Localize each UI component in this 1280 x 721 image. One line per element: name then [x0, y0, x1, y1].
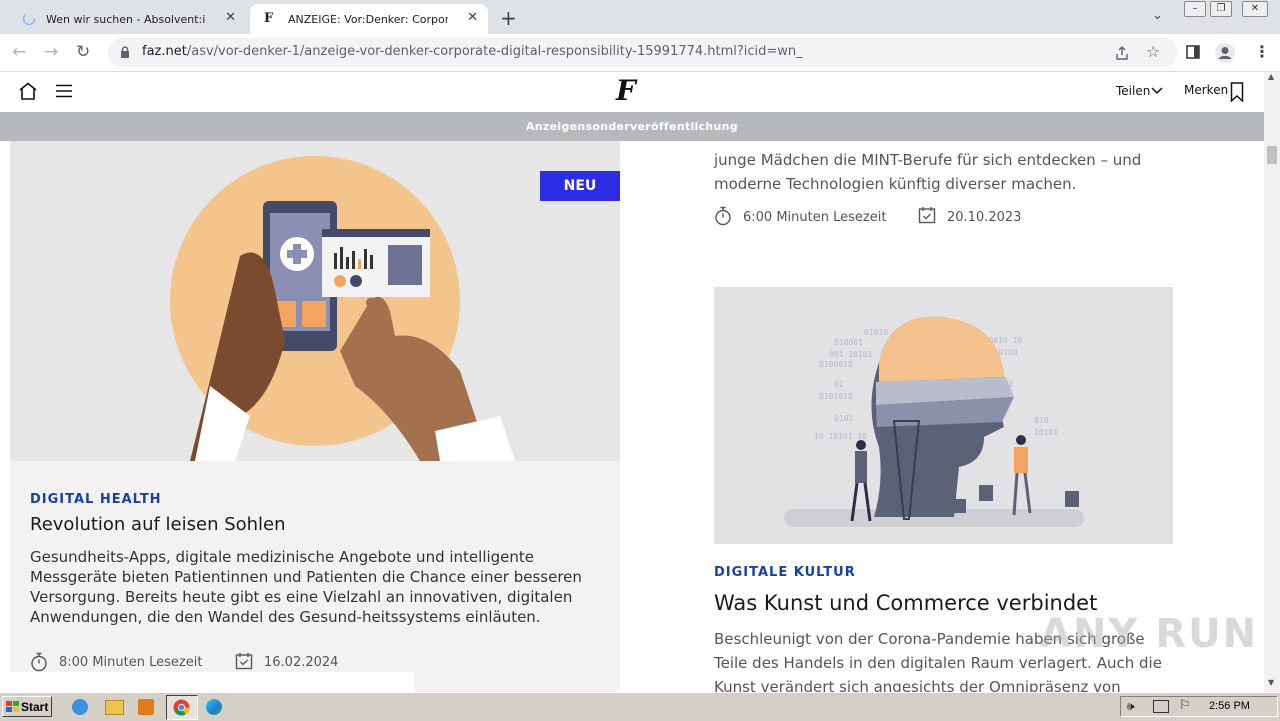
svg-text:0101010: 0101010: [819, 392, 853, 401]
faz-logo[interactable]: F: [616, 74, 636, 107]
tab-search-chevron-icon[interactable]: ⌄: [1152, 8, 1163, 23]
hamburger-menu-icon[interactable]: [55, 84, 73, 98]
share-page-icon[interactable]: [1114, 45, 1130, 61]
main-content: NEU DIGITAL HEALTH Revolution auf leisen…: [0, 141, 1264, 692]
article-headline[interactable]: Revolution auf leisen Sohlen: [30, 514, 286, 535]
chrome-taskbar-button[interactable]: [166, 695, 198, 720]
forward-arrow-icon[interactable]: →: [44, 42, 58, 62]
loading-overlay: [10, 672, 414, 692]
tab-absolventen[interactable]: Wen wir suchen - Absolvent:innen | ✕: [8, 4, 246, 34]
stopwatch-icon: [31, 652, 47, 672]
article-date: 16.02.2024: [264, 655, 339, 670]
browser-tab-strip: Wen wir suchen - Absolvent:innen | ✕ F A…: [0, 0, 1280, 34]
tab-close-icon[interactable]: ✕: [225, 10, 236, 25]
stopwatch-icon: [715, 206, 731, 226]
faz-favicon-icon: F: [264, 11, 274, 26]
svg-text:10 10101 10: 10 10101 10: [814, 432, 867, 441]
url-host: faz.net: [142, 44, 187, 59]
article-teaser[interactable]: Gesundheits-Apps, digitale medizinische …: [30, 547, 610, 627]
minimize-button[interactable]: –: [1184, 1, 1206, 17]
tab-close-icon[interactable]: ✕: [467, 10, 478, 25]
scroll-down-arrow-icon[interactable]: ▼: [1268, 678, 1274, 687]
article-kicker[interactable]: DIGITALE KULTUR: [714, 565, 856, 580]
teaser-line: junge Mädchen die MINT-Berufe für sich e…: [714, 151, 1142, 169]
ad-banner: Anzeigensonderveröffentlichung: [0, 112, 1264, 141]
read-time: 6:00 Minuten Lesezeit: [743, 210, 887, 225]
loading-spinner-icon: [22, 12, 36, 26]
svg-text:0100010: 0100010: [819, 360, 853, 369]
teaser-line: Kunst verändert sich angesichts der Omni…: [714, 678, 1121, 692]
site-header: F Teilen Merken: [0, 72, 1264, 113]
svg-text:01: 01: [834, 380, 844, 389]
share-label[interactable]: Teilen: [1116, 84, 1150, 98]
new-tab-plus-icon[interactable]: +: [500, 6, 517, 30]
read-time: 8:00 Minuten Lesezeit: [59, 655, 203, 670]
teaser-line: Gesundheits-Apps, digitale medizinische …: [30, 548, 535, 566]
start-button[interactable]: Start: [2, 696, 52, 717]
article-date: 20.10.2023: [947, 210, 1022, 225]
teaser-line: moderne Technologien künftig diverser ma…: [714, 175, 1077, 193]
volume-icon[interactable]: 🕪: [1127, 699, 1135, 714]
calendar-check-icon: [918, 207, 936, 224]
svg-text:010: 010: [1034, 416, 1049, 425]
chevron-down-icon[interactable]: [1151, 87, 1163, 95]
calendar-check-icon: [235, 653, 253, 670]
browser-toolbar: ← → ↻ faz.net/asv/vor-denker-1/anzeige-v…: [0, 34, 1280, 72]
teaser-line: Messgeräte bieten Patientinnen und Patie…: [30, 568, 582, 586]
new-badge: NEU: [540, 171, 620, 201]
svg-text:01010: 01010: [864, 328, 888, 337]
edge-icon[interactable]: [206, 699, 222, 715]
system-tray: 🕪 ⚐ 2:56 PM: [1120, 696, 1278, 717]
tab-faz-anzeige[interactable]: F ANZEIGE: Vor:Denker: Corporate Di ✕: [250, 4, 488, 34]
home-icon[interactable]: [18, 82, 38, 100]
address-bar[interactable]: faz.net/asv/vor-denker-1/anzeige-vor-den…: [108, 38, 1178, 67]
article-kicker[interactable]: DIGITAL HEALTH: [30, 492, 162, 507]
url-text[interactable]: faz.net/asv/vor-denker-1/anzeige-vor-den…: [142, 44, 803, 59]
lock-icon[interactable]: [120, 46, 130, 59]
browser-menu-icon[interactable]: ⋮: [1254, 42, 1270, 61]
internet-explorer-icon[interactable]: [72, 699, 88, 715]
scrollbar-thumb[interactable]: [1267, 146, 1277, 164]
profile-avatar-icon[interactable]: [1214, 42, 1236, 64]
teaser-line: Anwendungen, die den Wandel des Gesund-h…: [30, 608, 541, 626]
page-scrollbar[interactable]: ▲ ▼: [1264, 72, 1280, 692]
previous-article-teaser[interactable]: junge Mädchen die MINT-Berufe für sich e…: [714, 141, 1254, 196]
svg-text:001 10101: 001 10101: [829, 350, 873, 359]
network-icon[interactable]: [1153, 700, 1169, 713]
anyrun-watermark: ANY RUN: [1040, 611, 1259, 657]
teaser-line-cut: [714, 141, 1254, 148]
tab-title: Wen wir suchen - Absolvent:innen |: [46, 12, 206, 26]
media-player-icon[interactable]: [138, 699, 154, 715]
windows-taskbar: Start 🕪 ⚐ 2:56 PM: [0, 692, 1280, 721]
maximize-button[interactable]: ❐: [1210, 1, 1232, 17]
bookmark-label[interactable]: Merken: [1184, 83, 1228, 97]
close-window-button[interactable]: ✕: [1242, 1, 1268, 17]
bookmark-icon[interactable]: [1230, 82, 1244, 102]
svg-text:10101: 10101: [1034, 428, 1058, 437]
svg-text:0101: 0101: [834, 414, 853, 423]
side-panel-icon[interactable]: [1186, 45, 1200, 59]
digital-health-illustration: [10, 141, 620, 461]
file-explorer-icon[interactable]: [105, 700, 124, 715]
digital-culture-illustration[interactable]: 01010010001001 1010101000100101010100101…: [714, 287, 1173, 544]
clock[interactable]: 2:56 PM: [1209, 700, 1250, 712]
windows-logo-icon: [6, 701, 19, 712]
chrome-icon: [173, 699, 190, 716]
tab-title: ANZEIGE: Vor:Denker: Corporate Di: [288, 12, 448, 26]
svg-text:010001: 010001: [834, 338, 863, 347]
flag-icon[interactable]: ⚐: [1179, 698, 1191, 713]
bookmark-star-icon[interactable]: ☆: [1146, 42, 1160, 61]
start-label: Start: [21, 700, 49, 714]
url-path: /asv/vor-denker-1/anzeige-vor-denker-cor…: [186, 44, 803, 59]
article-card-digital-health[interactable]: NEU DIGITAL HEALTH Revolution auf leisen…: [10, 141, 620, 692]
scroll-up-arrow-icon[interactable]: ▲: [1268, 72, 1274, 81]
back-arrow-icon[interactable]: ←: [12, 42, 26, 62]
teaser-line: Versorgung. Bereits heute gibt es eine V…: [30, 588, 573, 606]
reload-icon[interactable]: ↻: [76, 42, 90, 62]
